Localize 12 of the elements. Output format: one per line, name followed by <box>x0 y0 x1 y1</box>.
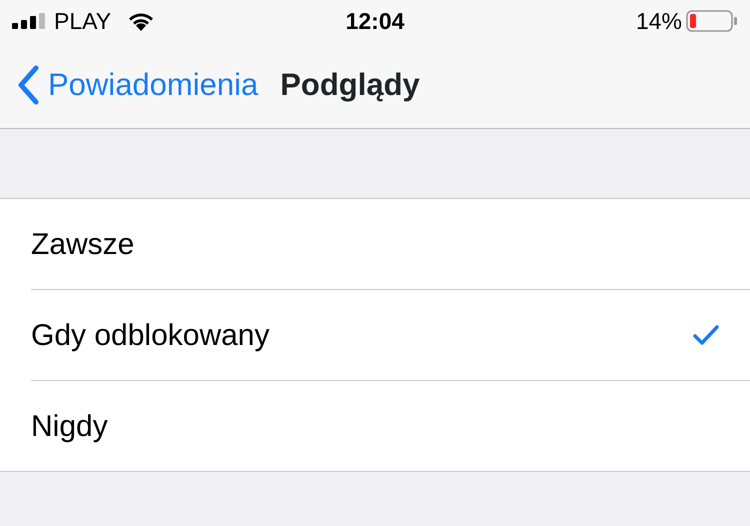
back-button[interactable]: Powiadomienia <box>16 62 258 108</box>
option-row[interactable]: Gdy odblokowany <box>0 290 750 380</box>
signal-icon <box>12 13 46 29</box>
clock-time: 12:04 <box>346 6 404 36</box>
option-row[interactable]: Zawsze <box>0 199 750 289</box>
battery-icon <box>686 10 738 32</box>
back-chevron-icon <box>16 65 40 105</box>
screen-title: Podglądy <box>280 66 420 104</box>
wifi-icon <box>127 11 156 31</box>
battery-percentage: 14% <box>636 6 682 36</box>
carrier-name: PLAY <box>54 6 112 36</box>
option-row[interactable]: Nigdy <box>0 381 750 471</box>
